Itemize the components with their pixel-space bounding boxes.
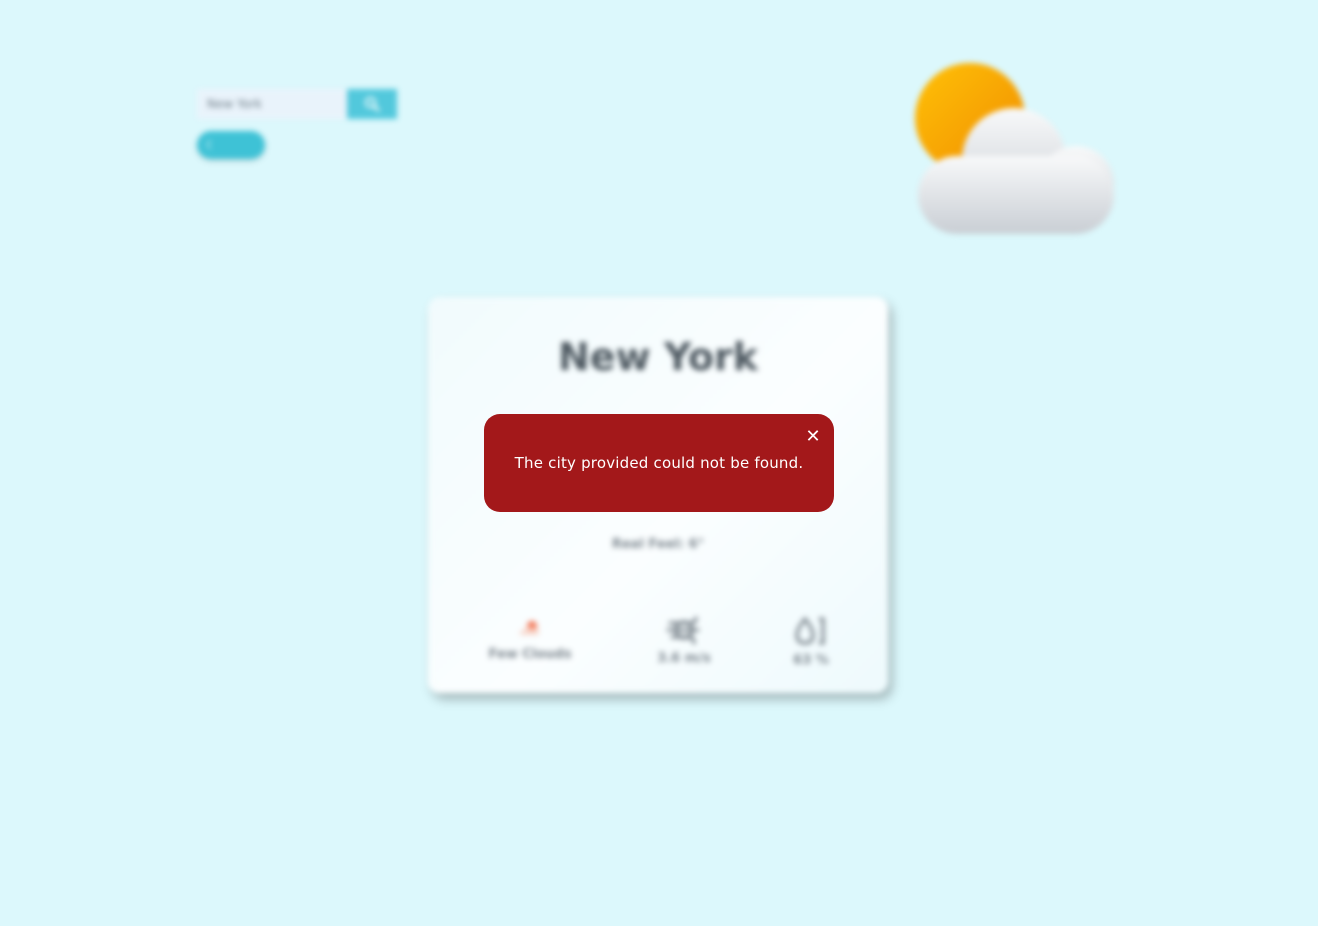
partly-cloudy-icon — [915, 63, 1114, 234]
theme-toggle[interactable]: ☾ — [197, 131, 265, 159]
error-message: The city provided could not be found. — [514, 454, 804, 472]
weather-description: Few Clouds — [480, 615, 580, 662]
search-bar — [197, 89, 397, 119]
humidity-text: 63 % — [793, 653, 829, 668]
humidity-icon — [795, 616, 825, 645]
city-name: New York — [557, 335, 759, 379]
description-text: Few Clouds — [488, 647, 572, 662]
close-button[interactable]: ✕ — [802, 426, 824, 448]
feels-like-text: Real Feel: 6° — [611, 537, 705, 552]
humidity-stat: 63 % — [778, 615, 844, 668]
wind-stat: 3.6 m/s — [644, 615, 724, 666]
few-clouds-icon — [520, 621, 539, 635]
search-button[interactable] — [347, 89, 397, 119]
moon-icon: ☾ — [205, 138, 217, 152]
search-icon — [365, 97, 380, 112]
wind-text: 3.6 m/s — [657, 651, 711, 666]
error-alert: ✕ The city provided could not be found. — [484, 414, 834, 512]
wind-icon — [666, 616, 700, 645]
search-input[interactable] — [197, 89, 347, 119]
